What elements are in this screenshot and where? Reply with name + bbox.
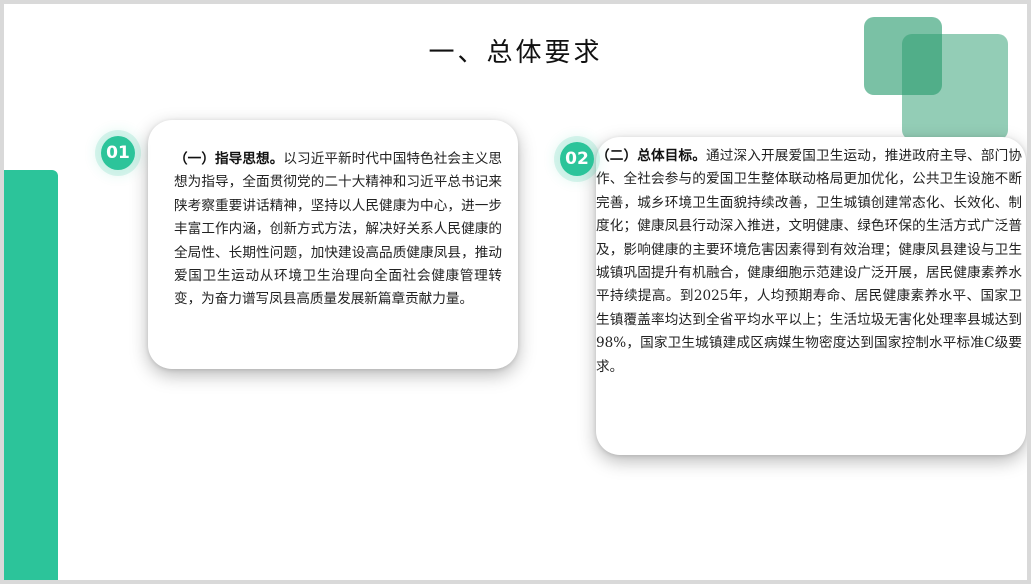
slide-title: 一、总体要求 (428, 38, 603, 68)
card-body: 以习近平新时代中国特色社会主义思想为指导，全面贯彻党的二十大精神和习近平总书记来… (174, 151, 502, 308)
card-body: 通过深入开展爱国卫生运动，推进政府主导、部门协作、全社会参与的爱国卫生整体联动格… (596, 148, 1023, 375)
card-heading: （二）总体目标。 (596, 148, 706, 164)
card-text: （一）指导思想。以习近平新时代中国特色社会主义思想为指导，全面贯彻党的二十大精神… (174, 148, 502, 312)
number-badge: 02 (560, 142, 594, 176)
content-card-overall-goal: （二）总体目标。通过深入开展爱国卫生运动，推进政府主导、部门协作、全社会参与的爱… (596, 137, 1026, 455)
card-heading: （一）指导思想。 (174, 151, 284, 167)
slide: 一、总体要求 （一）指导思想。以习近平新时代中国特色社会主义思想为指导，全面贯彻… (4, 4, 1027, 580)
left-accent-bar (4, 170, 58, 580)
card-text: （二）总体目标。通过深入开展爱国卫生运动，推进政府主导、部门协作、全社会参与的爱… (596, 145, 1022, 379)
number-badge: 01 (101, 136, 135, 170)
content-card-guiding-ideology: （一）指导思想。以习近平新时代中国特色社会主义思想为指导，全面贯彻党的二十大精神… (148, 120, 518, 369)
